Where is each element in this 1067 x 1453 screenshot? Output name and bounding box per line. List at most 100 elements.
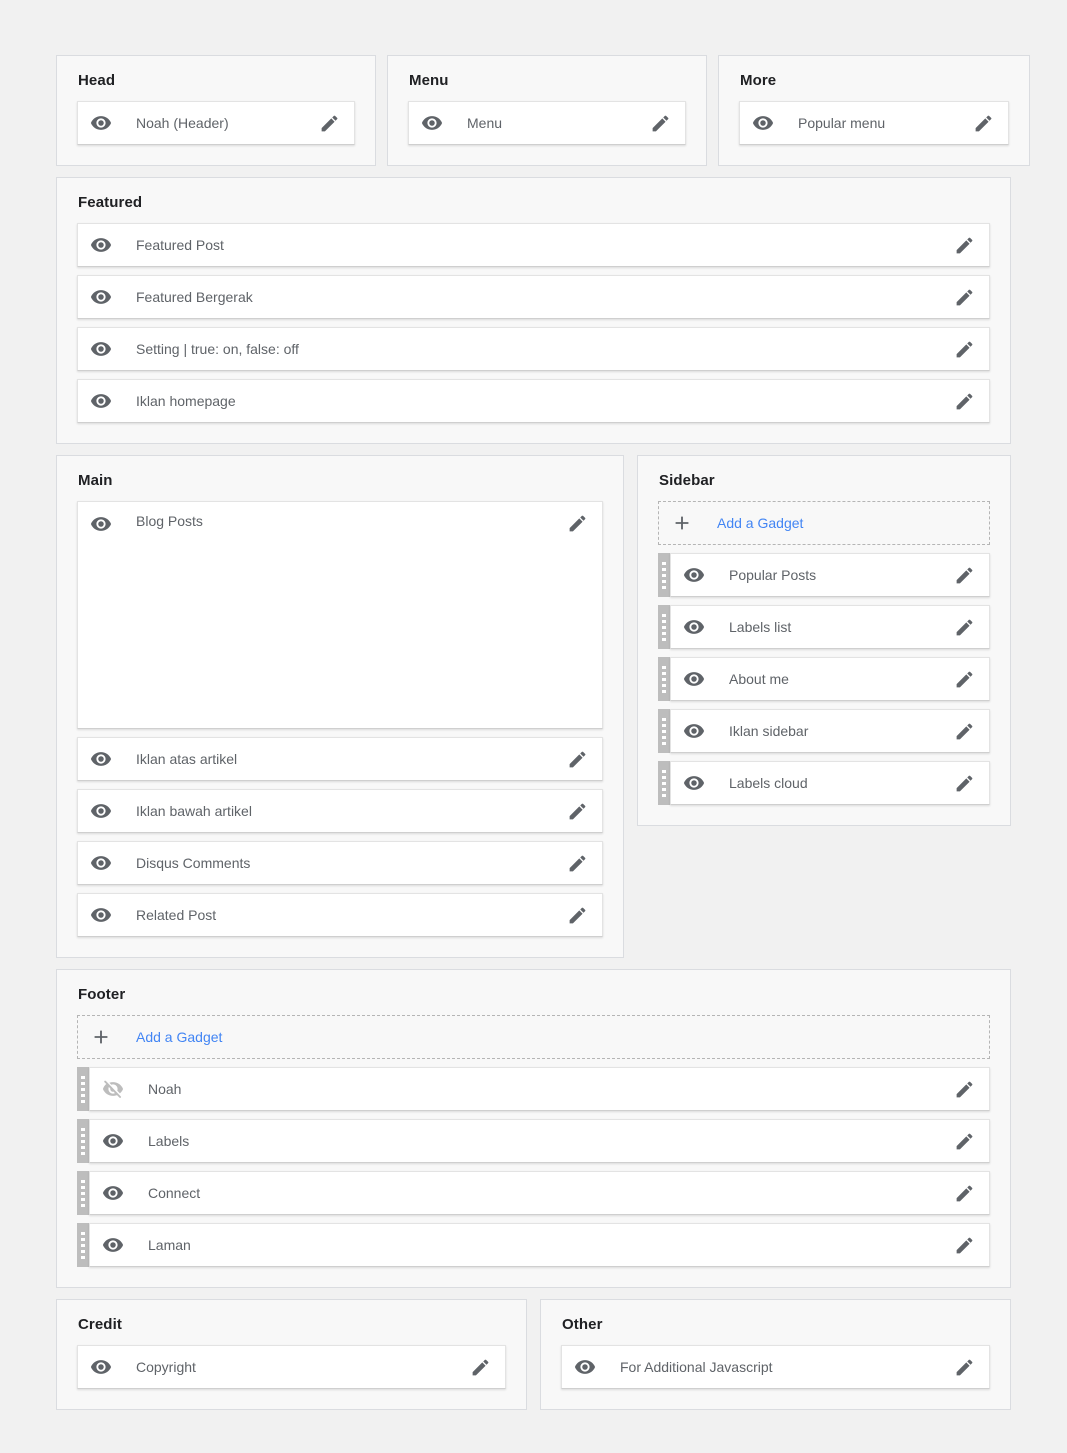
gadget-item[interactable]: Menu (408, 101, 686, 145)
eye-icon[interactable] (90, 904, 112, 926)
gadget-list-credit: Copyright (77, 1345, 506, 1389)
pencil-icon[interactable] (954, 721, 975, 742)
plus-icon (90, 1026, 112, 1048)
gadget-item[interactable]: Labels cloud (670, 761, 990, 805)
gadget-label: Blog Posts (136, 513, 203, 529)
section-sidebar: Sidebar Add a Gadget Popular Posts Labels … (637, 455, 1011, 826)
gadget-row: Disqus Comments (77, 841, 603, 885)
pencil-icon[interactable] (567, 801, 588, 822)
eye-icon[interactable] (90, 112, 112, 134)
pencil-icon[interactable] (954, 1235, 975, 1256)
pencil-icon[interactable] (954, 773, 975, 794)
gadget-item[interactable]: Popular menu (739, 101, 1009, 145)
eye-icon[interactable] (421, 112, 443, 134)
pencil-icon[interactable] (954, 1131, 975, 1152)
eye-icon[interactable] (90, 513, 112, 535)
gadget-item[interactable]: Iklan atas artikel (77, 737, 603, 781)
main-sidebar-row: Main Blog Posts Iklan atas artikel Iklan b… (56, 455, 1011, 958)
gadget-item[interactable]: Noah (Header) (77, 101, 355, 145)
drag-handle-icon[interactable] (77, 1119, 89, 1163)
eye-icon[interactable] (683, 772, 705, 794)
gadget-row: For Additional Javascript (561, 1345, 990, 1389)
pencil-icon[interactable] (954, 391, 975, 412)
eye-icon[interactable] (90, 234, 112, 256)
pencil-icon[interactable] (973, 113, 994, 134)
eye-off-icon[interactable] (102, 1078, 124, 1100)
pencil-icon[interactable] (954, 565, 975, 586)
pencil-icon[interactable] (319, 113, 340, 134)
pencil-icon[interactable] (470, 1357, 491, 1378)
gadget-item[interactable]: Blog Posts (77, 501, 603, 729)
pencil-icon[interactable] (954, 235, 975, 256)
drag-handle-icon[interactable] (658, 657, 670, 701)
gadget-row: Iklan sidebar (658, 709, 990, 753)
gadget-label: Featured Post (136, 237, 224, 253)
section-title-featured: Featured (78, 194, 143, 211)
gadget-item[interactable]: Noah (89, 1067, 990, 1111)
drag-handle-icon[interactable] (658, 709, 670, 753)
eye-icon[interactable] (683, 616, 705, 638)
eye-icon[interactable] (683, 668, 705, 690)
eye-icon[interactable] (574, 1356, 596, 1378)
drag-handle-icon[interactable] (77, 1223, 89, 1267)
pencil-icon[interactable] (567, 853, 588, 874)
eye-icon[interactable] (102, 1130, 124, 1152)
pencil-icon[interactable] (954, 1079, 975, 1100)
add-gadget-button-sidebar[interactable]: Add a Gadget (658, 501, 990, 545)
pencil-icon[interactable] (954, 669, 975, 690)
add-gadget-button-footer[interactable]: Add a Gadget (77, 1015, 990, 1059)
gadget-item[interactable]: Disqus Comments (77, 841, 603, 885)
gadget-row: Copyright (77, 1345, 506, 1389)
pencil-icon[interactable] (954, 339, 975, 360)
pencil-icon[interactable] (567, 905, 588, 926)
eye-icon[interactable] (102, 1234, 124, 1256)
eye-icon[interactable] (102, 1182, 124, 1204)
gadget-item[interactable]: Featured Bergerak (77, 275, 990, 319)
eye-icon[interactable] (90, 852, 112, 874)
eye-icon[interactable] (90, 338, 112, 360)
drag-handle-icon[interactable] (77, 1171, 89, 1215)
eye-icon[interactable] (752, 112, 774, 134)
gadget-list-other: For Additional Javascript (561, 1345, 990, 1389)
gadget-item[interactable]: Laman (89, 1223, 990, 1267)
pencil-icon[interactable] (954, 1183, 975, 1204)
pencil-icon[interactable] (954, 617, 975, 638)
eye-icon[interactable] (90, 748, 112, 770)
gadget-item[interactable]: Related Post (77, 893, 603, 937)
gadget-item[interactable]: Iklan sidebar (670, 709, 990, 753)
gadget-item[interactable]: Connect (89, 1171, 990, 1215)
eye-icon[interactable] (90, 1356, 112, 1378)
gadget-item[interactable]: Iklan bawah artikel (77, 789, 603, 833)
gadget-label: Featured Bergerak (136, 289, 253, 305)
drag-handle-icon[interactable] (658, 605, 670, 649)
gadget-item[interactable]: About me (670, 657, 990, 701)
gadget-item[interactable]: Popular Posts (670, 553, 990, 597)
gadget-item[interactable]: Labels list (670, 605, 990, 649)
add-gadget-label: Add a Gadget (136, 1029, 223, 1045)
pencil-icon[interactable] (954, 1357, 975, 1378)
eye-icon[interactable] (683, 564, 705, 586)
gadget-label: Iklan sidebar (729, 723, 809, 739)
gadget-row: Related Post (77, 893, 603, 937)
pencil-icon[interactable] (954, 287, 975, 308)
gadget-item[interactable]: For Additional Javascript (561, 1345, 990, 1389)
drag-handle-icon[interactable] (658, 553, 670, 597)
gadget-list-more: Popular menu (739, 101, 1009, 145)
gadget-item[interactable]: Iklan homepage (77, 379, 990, 423)
eye-icon[interactable] (90, 390, 112, 412)
eye-icon[interactable] (90, 286, 112, 308)
gadget-label: Labels (148, 1133, 190, 1149)
gadget-row: Featured Post (77, 223, 990, 267)
gadget-item[interactable]: Featured Post (77, 223, 990, 267)
eye-icon[interactable] (90, 800, 112, 822)
drag-handle-icon[interactable] (77, 1067, 89, 1111)
eye-icon[interactable] (683, 720, 705, 742)
gadget-item[interactable]: Labels (89, 1119, 990, 1163)
gadget-item[interactable]: Copyright (77, 1345, 506, 1389)
pencil-icon[interactable] (567, 749, 588, 770)
gadget-row: Popular Posts (658, 553, 990, 597)
gadget-item[interactable]: Setting | true: on, false: off (77, 327, 990, 371)
pencil-icon[interactable] (567, 513, 588, 534)
drag-handle-icon[interactable] (658, 761, 670, 805)
pencil-icon[interactable] (650, 113, 671, 134)
